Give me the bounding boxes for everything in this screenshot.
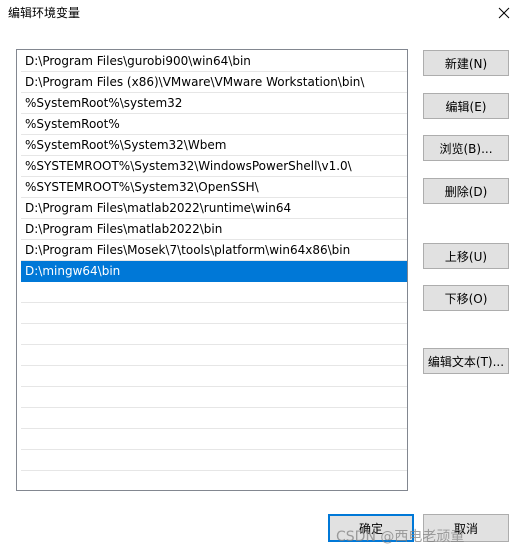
path-list-item[interactable]: %SystemRoot%\System32\Wbem — [21, 135, 407, 156]
path-list-empty-row[interactable] — [21, 387, 407, 408]
path-list-empty-row[interactable] — [21, 282, 407, 303]
path-list-item[interactable]: %SYSTEMROOT%\System32\WindowsPowerShell\… — [21, 156, 407, 177]
path-list-empty-row[interactable] — [21, 345, 407, 366]
path-list-empty-row[interactable] — [21, 324, 407, 345]
path-list-empty-row[interactable] — [21, 471, 407, 490]
new-button[interactable]: 新建(N) — [423, 50, 509, 76]
path-list-item[interactable]: %SystemRoot% — [21, 114, 407, 135]
path-list-item[interactable]: D:\Program Files (x86)\VMware\VMware Wor… — [21, 72, 407, 93]
path-list-item[interactable]: D:\mingw64\bin — [21, 261, 407, 282]
watermark: CSDN @西电老顽童 — [336, 529, 465, 545]
path-list-item[interactable]: D:\Program Files\gurobi900\win64\bin — [21, 51, 407, 72]
title-bar: 编辑环境变量 — [0, 0, 523, 28]
path-list[interactable]: D:\Program Files\gurobi900\win64\bin D:\P… — [16, 49, 408, 491]
close-icon — [498, 7, 510, 19]
window-title: 编辑环境变量 — [8, 6, 81, 20]
edit-button[interactable]: 编辑(E) — [423, 93, 509, 119]
path-list-item[interactable]: %SystemRoot%\system32 — [21, 93, 407, 114]
path-list-empty-row[interactable] — [21, 303, 407, 324]
path-list-empty-row[interactable] — [21, 366, 407, 387]
path-list-item[interactable]: D:\Program Files\Mosek\7\tools\platform\… — [21, 240, 407, 261]
path-list-item[interactable]: D:\Program Files\matlab2022\bin — [21, 219, 407, 240]
edit-env-variable-dialog: 编辑环境变量 D:\Program Files\gurobi900\win64\… — [0, 0, 523, 556]
path-list-empty-row[interactable] — [21, 408, 407, 429]
path-list-empty-row[interactable] — [21, 450, 407, 471]
delete-button[interactable]: 删除(D) — [423, 178, 509, 204]
edit-text-button[interactable]: 编辑文本(T)... — [423, 348, 509, 374]
close-button[interactable] — [489, 2, 519, 24]
move-up-button[interactable]: 上移(U) — [423, 243, 509, 269]
browse-button[interactable]: 浏览(B)... — [423, 135, 509, 161]
move-down-button[interactable]: 下移(O) — [423, 285, 509, 311]
path-list-empty-row[interactable] — [21, 429, 407, 450]
path-list-item[interactable]: %SYSTEMROOT%\System32\OpenSSH\ — [21, 177, 407, 198]
path-list-item[interactable]: D:\Program Files\matlab2022\runtime\win6… — [21, 198, 407, 219]
